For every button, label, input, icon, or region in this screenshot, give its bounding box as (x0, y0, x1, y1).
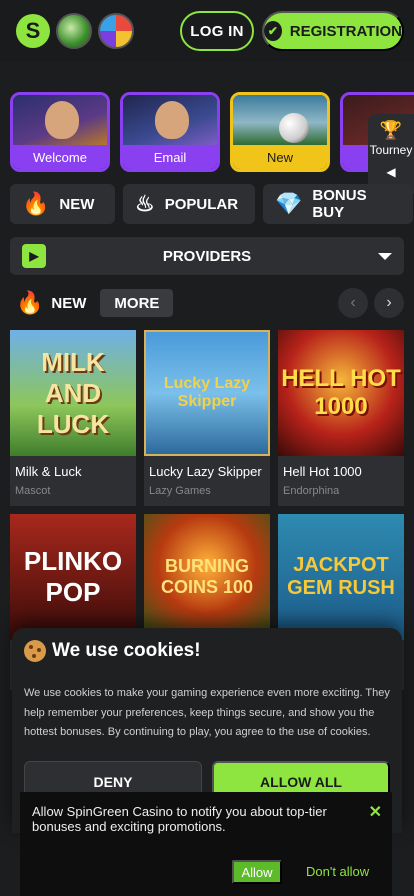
registration-button[interactable]: ✔ REGISTRATION (262, 11, 404, 51)
game-card[interactable]: MILK AND LUCK Milk & Luck Mascot (10, 330, 136, 506)
promo-welcome[interactable]: Welcome (10, 92, 110, 172)
flame-icon: 🔥 (16, 290, 44, 315)
promo-label: Email (123, 145, 217, 169)
game-thumbnail: MILK AND LUCK (10, 330, 136, 456)
check-icon: ✔ (264, 21, 282, 41)
promo-image (233, 95, 327, 145)
tourney-tab[interactable]: 🏆 Tourney ◀ (368, 114, 414, 194)
game-thumbnail: BURNING COINS 100 (144, 514, 270, 640)
notification-text: Allow SpinGreen Casino to notify you abo… (32, 804, 327, 834)
registration-label: REGISTRATION (289, 22, 402, 40)
cookie-title: We use cookies! (24, 640, 201, 662)
game-name: Milk & Luck (15, 464, 82, 479)
section-header: 🔥 NEW MORE ‹ › (16, 288, 404, 318)
login-button[interactable]: LOG IN (180, 11, 254, 51)
category-label: BONUS BUY (312, 187, 367, 221)
category-label: NEW (59, 195, 95, 213)
fire-swirl-icon: ♨ (135, 191, 155, 216)
game-provider: Mascot (15, 485, 51, 497)
trophy-icon: 🏆 (379, 120, 403, 140)
section-title: NEW (51, 294, 87, 312)
promo-email[interactable]: Email (120, 92, 220, 172)
cookie-text: We use cookies to make your gaming exper… (24, 687, 390, 738)
game-thumbnail: Lucky Lazy Skipper (144, 330, 270, 456)
game-provider: Endorphina (283, 485, 340, 497)
chevron-left-icon[interactable]: ◀ (386, 165, 395, 179)
chevron-right-icon[interactable]: › (374, 288, 404, 318)
flame-icon: 🔥 (22, 191, 50, 216)
game-thumbnail: HELL HOT 1000 (278, 330, 404, 456)
promo-tiles: Welcome Email New (10, 92, 414, 172)
diamond-icon: 💎 (275, 191, 303, 216)
game-name: Lucky Lazy Skipper (149, 464, 262, 479)
notification-deny-link[interactable]: Don't allow (306, 864, 369, 879)
game-thumbnail: PLINKO POP (10, 514, 136, 640)
notification-prompt: Allow SpinGreen Casino to notify you abo… (20, 792, 392, 896)
category-popular[interactable]: ♨ POPULAR (123, 184, 255, 224)
providers-dropdown[interactable]: ▶ PROVIDERS (10, 237, 404, 275)
wheel-of-fortune-icon[interactable] (98, 13, 134, 49)
category-new[interactable]: 🔥 NEW (10, 184, 115, 224)
game-provider: Lazy Games (149, 485, 211, 497)
cookie-title-text: We use cookies! (52, 640, 201, 661)
game-card[interactable]: Lucky Lazy Skipper Lucky Lazy Skipper La… (144, 330, 270, 506)
notification-allow-button[interactable]: Allow (232, 860, 282, 884)
cookie-icon (24, 640, 46, 662)
promo-image (13, 95, 107, 145)
page: S LOG IN ✔ REGISTRATION Welcome Email Ne… (0, 0, 414, 896)
category-bonus-buy[interactable]: 💎 BONUS BUY (263, 184, 413, 224)
game-thumbnail: JACKPOT GEM RUSH (278, 514, 404, 640)
sports-ball-icon[interactable] (56, 13, 92, 49)
more-button[interactable]: MORE (100, 289, 174, 317)
promo-label: New (233, 145, 327, 169)
close-icon[interactable]: ✕ (369, 802, 382, 822)
logo-icon[interactable]: S (16, 14, 50, 48)
tourney-label: Tourney (369, 143, 413, 157)
category-label: POPULAR (164, 195, 239, 213)
category-tabs: 🔥 NEW ♨ POPULAR 💎 BONUS BUY (10, 184, 413, 224)
game-name: Hell Hot 1000 (283, 464, 362, 479)
chevron-left-icon[interactable]: ‹ (338, 288, 368, 318)
game-card[interactable]: HELL HOT 1000 Hell Hot 1000 Endorphina (278, 330, 404, 506)
providers-label: PROVIDERS (162, 247, 252, 265)
header: S LOG IN ✔ REGISTRATION (0, 0, 414, 62)
promo-image (123, 95, 217, 145)
promo-label: Welcome (13, 145, 107, 169)
promo-new[interactable]: New (230, 92, 330, 172)
